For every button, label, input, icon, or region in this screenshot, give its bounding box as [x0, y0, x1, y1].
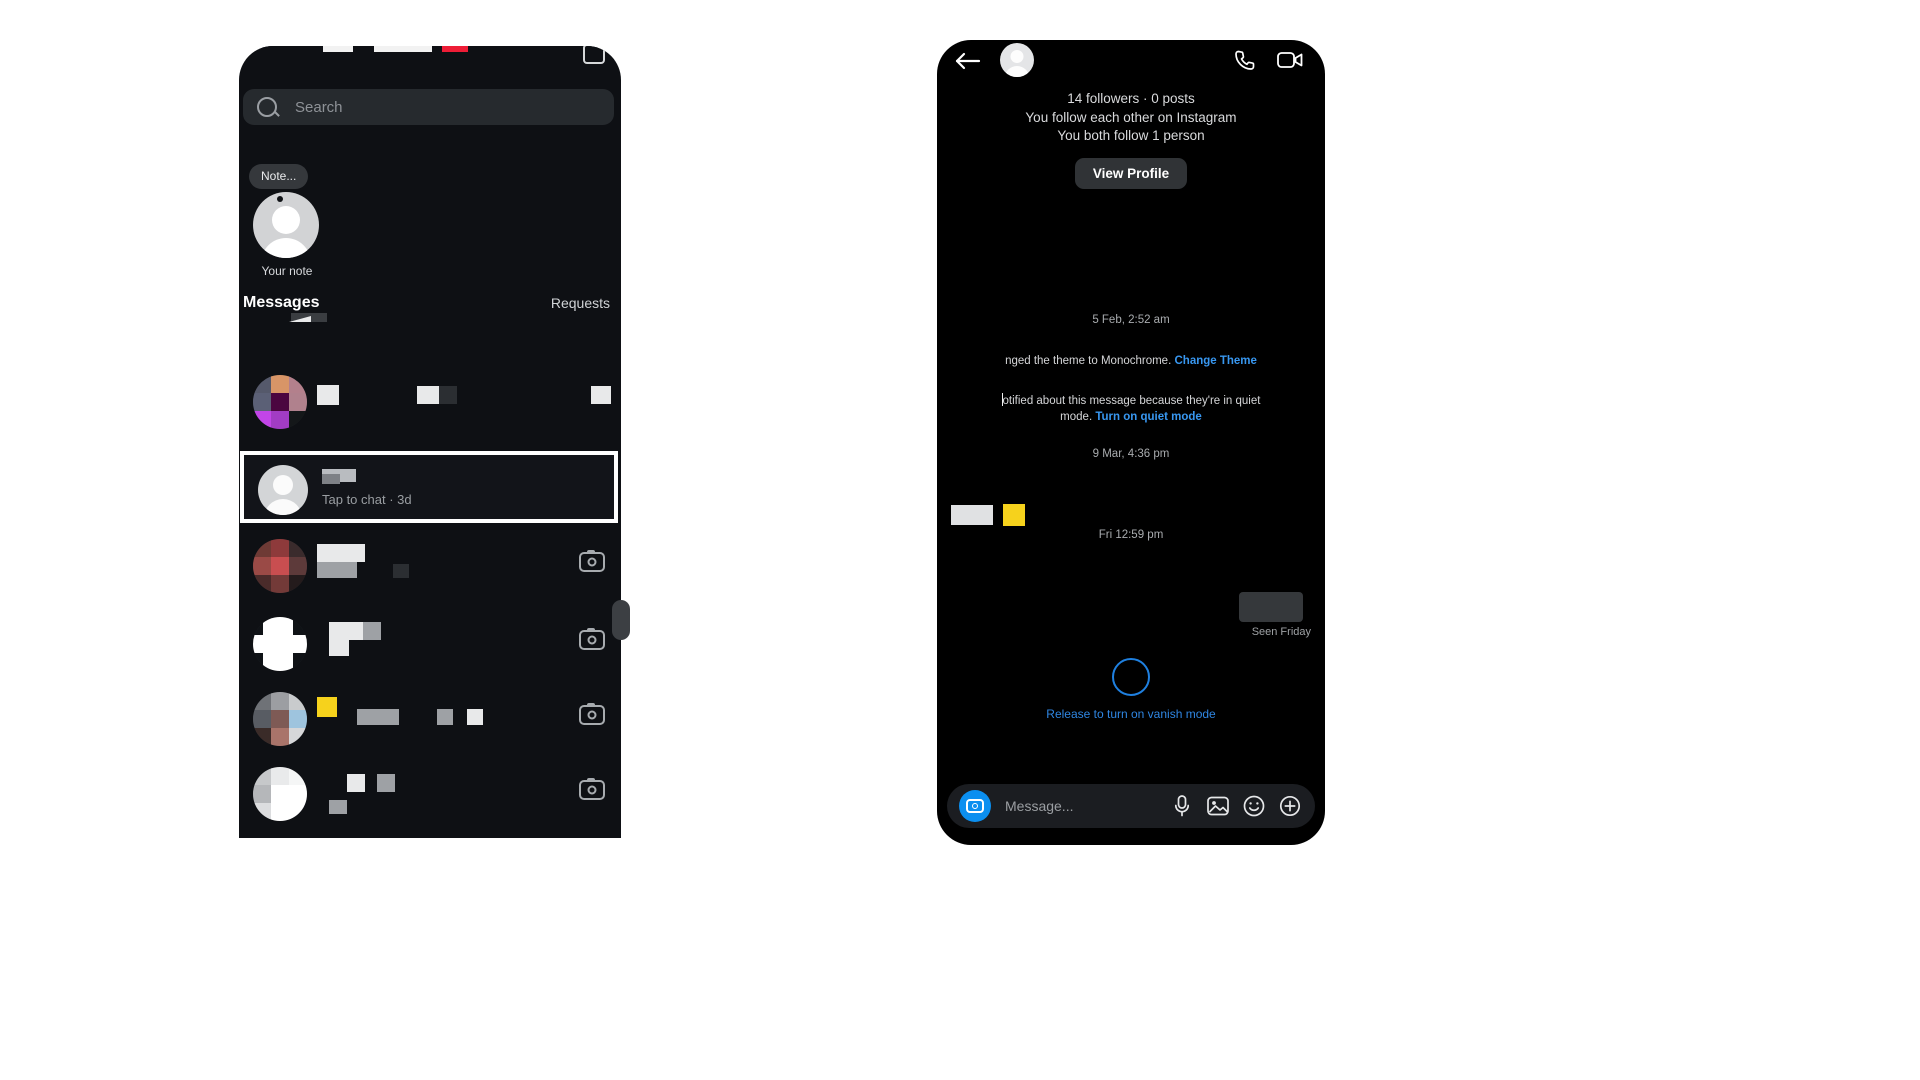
meta-redact: [437, 709, 453, 725]
seen-receipt: Seen Friday: [1251, 626, 1311, 638]
avatar-head: [273, 475, 293, 495]
name-redact-2: [377, 774, 395, 792]
avatar-body: [261, 238, 311, 258]
plus-circle-icon[interactable]: [1277, 795, 1303, 817]
search-placeholder: Search: [295, 98, 343, 116]
camera-icon[interactable]: [579, 778, 605, 800]
vanish-mode-ring-icon: [1112, 658, 1150, 696]
outgoing-message-redact: [1239, 592, 1303, 622]
screenshot-root: Search Note... Your note Messages Reques…: [0, 0, 1920, 1080]
vanish-mode-hint: Release to turn on vanish mode: [1046, 707, 1216, 721]
avatar-head: [272, 206, 300, 234]
chat-list-item[interactable]: [239, 681, 621, 756]
note-bubble-tail: [277, 196, 283, 202]
back-arrow-icon[interactable]: [955, 50, 981, 72]
search-icon: [257, 97, 277, 117]
your-note-avatar[interactable]: [253, 192, 319, 258]
avatar: [253, 617, 307, 671]
message-composer[interactable]: Message...: [947, 784, 1315, 828]
note-bubble[interactable]: Note...: [249, 164, 309, 189]
phone-left-direct-messages: Search Note... Your note Messages Reques…: [239, 46, 621, 838]
view-profile-button[interactable]: View Profile: [1074, 157, 1188, 189]
video-camera-icon[interactable]: [1276, 49, 1304, 71]
avatar: [258, 465, 308, 515]
tab-messages[interactable]: Messages: [243, 294, 320, 312]
username-redact-2: [322, 474, 340, 484]
thread-timestamp: Fri 12:59 pm: [1098, 529, 1164, 541]
sticker-icon[interactable]: [1241, 795, 1267, 817]
gallery-icon[interactable]: [1205, 795, 1231, 817]
chat-list-item[interactable]: [239, 528, 621, 603]
time-redact: [591, 386, 611, 404]
preview-redact: [329, 800, 347, 814]
thread-timestamp: 5 Feb, 2:52 am: [1092, 314, 1170, 326]
phone-right-chat-thread: 14 followers · 0 posts You follow each o…: [937, 40, 1325, 845]
system-message-theme: nged the theme to Monochrome. Change The…: [937, 353, 1325, 369]
scroll-handle[interactable]: [612, 600, 630, 640]
preview-redact: [317, 562, 357, 578]
avatar-head: [1010, 50, 1024, 63]
change-theme-link[interactable]: Change Theme: [1174, 355, 1256, 367]
message-thread: 5 Feb, 2:52 am nged the theme to Monochr…: [937, 270, 1325, 780]
meta-redact: [393, 564, 409, 578]
name-redact: [317, 385, 339, 405]
avatar: [253, 767, 307, 821]
avatar: [253, 539, 307, 593]
badge-redact-yellow: [317, 697, 337, 717]
camera-icon[interactable]: [579, 703, 605, 725]
turn-on-quiet-mode-link[interactable]: Turn on quiet mode: [1095, 411, 1201, 423]
system-theme-text: nged the theme to Monochrome.: [1005, 355, 1172, 367]
camera-icon[interactable]: [959, 790, 991, 822]
incoming-message-sticker: [1003, 504, 1025, 526]
dm-tabs: Messages Requests: [239, 294, 621, 328]
search-input[interactable]: Search: [243, 89, 614, 125]
status-redact-3-red: [442, 46, 468, 52]
profile-mutual-follow: You follow each other on Instagram: [1025, 109, 1237, 125]
message-input-placeholder[interactable]: Message...: [1005, 798, 1159, 814]
your-note-label: Your note: [261, 264, 313, 278]
name-redact: [347, 774, 365, 792]
preview-redact-2: [439, 386, 457, 404]
new-message-icon[interactable]: [583, 46, 605, 64]
name-redact: [329, 622, 363, 640]
camera-icon[interactable]: [579, 550, 605, 572]
microphone-icon[interactable]: [1169, 794, 1195, 818]
camera-icon[interactable]: [579, 628, 605, 650]
thread-timestamp: 9 Mar, 4:36 pm: [1092, 448, 1170, 460]
avatar: [253, 375, 307, 429]
name-redact-2: [363, 622, 381, 640]
preview-redact: [329, 640, 349, 656]
camera-lens: [966, 799, 984, 813]
meta-redact-2: [467, 709, 483, 725]
notes-tray: Note... Your note: [239, 156, 621, 278]
status-redact-1: [323, 46, 353, 52]
system-quiet-text-2: mode.: [1060, 411, 1093, 423]
avatar[interactable]: [1000, 43, 1034, 77]
preview-redact: [357, 709, 399, 725]
profile-mutual-people: You both follow 1 person: [1057, 128, 1205, 143]
chat-preview-text: Tap to chat · 3d: [322, 492, 412, 507]
incoming-message-redact: [951, 505, 993, 525]
name-redact: [317, 544, 365, 562]
phone-call-icon[interactable]: [1233, 48, 1257, 72]
preview-redact: [417, 386, 439, 404]
status-bar: [239, 46, 621, 60]
system-message-quiet-mode: otified about this message because they'…: [937, 393, 1325, 425]
tab-requests[interactable]: Requests: [551, 295, 610, 311]
avatar: [253, 692, 307, 746]
chat-list-item-highlighted[interactable]: Tap to chat · 3d: [240, 451, 618, 523]
system-quiet-text-1: otified about this message because they'…: [1002, 395, 1261, 407]
avatar-body: [1004, 66, 1030, 77]
chat-list-item[interactable]: [239, 756, 621, 831]
avatar-body: [264, 499, 302, 515]
chat-list[interactable]: Tap to chat · 3d: [239, 336, 621, 838]
chat-list-item[interactable]: [239, 364, 621, 439]
chat-list-item[interactable]: [239, 606, 621, 681]
chat-list-item[interactable]: [239, 834, 621, 838]
profile-summary: 14 followers · 0 posts You follow each o…: [937, 90, 1325, 189]
profile-stats: 14 followers · 0 posts: [1067, 91, 1195, 106]
status-redact-2: [374, 46, 432, 52]
